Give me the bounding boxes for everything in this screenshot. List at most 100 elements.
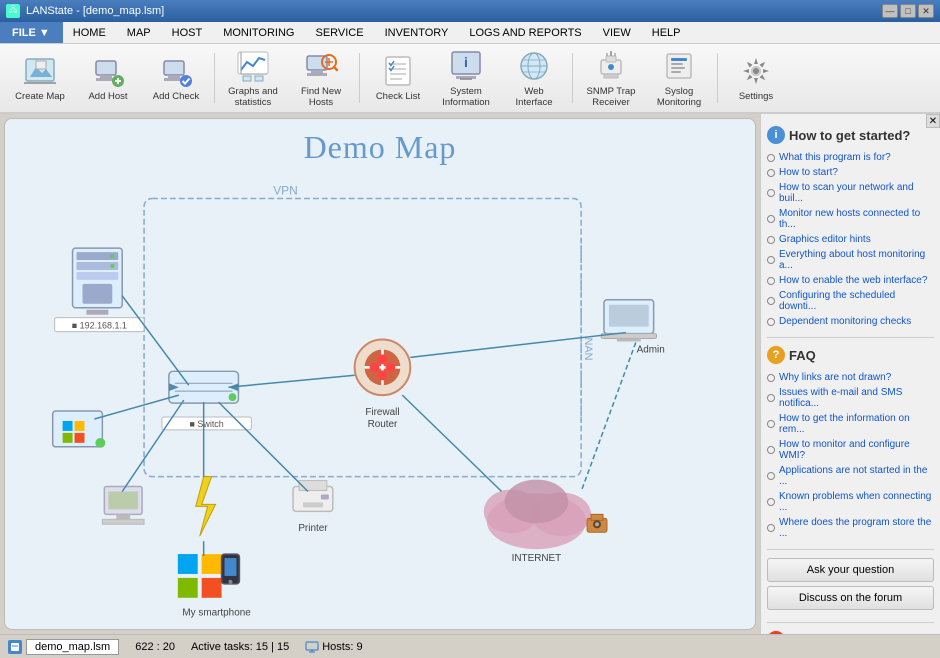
help-link-7[interactable]: Configuring the scheduled downti... [767,288,934,314]
syslog-button[interactable]: Syslog Monitoring [647,49,711,107]
server-node[interactable] [73,248,123,315]
old-computer-node[interactable] [102,487,144,525]
menu-file[interactable]: FILE ▼ [0,22,63,43]
find-hosts-label: Find New Hosts [292,86,350,109]
firewall-node[interactable] [355,340,411,396]
getting-started-title: How to get started? [789,128,910,143]
graphs-button[interactable]: Graphs and statistics [221,49,285,107]
lightning-node [196,477,216,537]
menu-service[interactable]: SERVICE [305,22,374,43]
add-host-icon [90,53,126,89]
menu-monitoring[interactable]: MONITORING [213,22,305,43]
svg-text:Printer: Printer [298,523,328,534]
add-host-button[interactable]: Add Host [76,49,140,107]
getting-started-header: i How to get started? [767,126,934,144]
help-link-5[interactable]: Everything about host monitoring a... [767,247,934,273]
add-check-button[interactable]: Add Check [144,49,208,107]
minimize-button[interactable]: — [882,4,898,18]
getting-started-links: What this program is for? How to start? … [767,150,934,329]
syslog-label: Syslog Monitoring [650,86,708,109]
syslog-icon [661,48,697,84]
help-link-0[interactable]: What this program is for? [767,150,934,165]
create-map-button[interactable]: Create Map [8,49,72,107]
add-check-icon [158,53,194,89]
menu-help[interactable]: HELP [642,22,692,43]
help-link-1[interactable]: How to start? [767,165,934,180]
status-file-icon [8,640,22,654]
close-button[interactable]: ✕ [918,4,934,18]
ask-question-button[interactable]: Ask your question [767,558,934,582]
snmp-trap-icon [593,48,629,84]
create-map-label: Create Map [15,91,65,102]
svg-text:NAN: NAN [582,338,594,361]
app-icon: 🖧 [6,4,20,18]
toolbar-sep-3 [572,53,573,103]
panel-divider-2 [767,549,934,550]
menu-view[interactable]: VIEW [593,22,642,43]
svg-text:Admin: Admin [637,344,665,355]
find-hosts-icon [303,48,339,84]
menu-logs[interactable]: LOGS AND REPORTS [459,22,592,43]
graphs-icon [235,48,271,84]
svg-text:■ Switch: ■ Switch [190,419,224,429]
menu-host[interactable]: HOST [162,22,214,43]
web-interface-label: Web Interface [505,86,563,109]
system-info-button[interactable]: i System Information [434,49,498,107]
admin-node[interactable] [601,300,657,342]
help-link-6[interactable]: How to enable the web interface? [767,273,934,288]
faq-title: FAQ [789,348,816,363]
toolbar-sep-4 [717,53,718,103]
faq-link-3[interactable]: How to monitor and configure WMI? [767,437,934,463]
faq-header: ? FAQ [767,346,934,364]
panel-close-button[interactable]: ✕ [926,114,940,128]
faq-links: Why links are not drawn? Issues with e-m… [767,370,934,541]
system-info-label: System Information [437,86,495,109]
status-hosts: Hosts: 9 [322,641,362,653]
tell-others-icon: ♥ [767,631,785,634]
faq-link-4[interactable]: Applications are not started in the ... [767,463,934,489]
faq-link-1[interactable]: Issues with e-mail and SMS notifica... [767,385,934,411]
snmp-trap-button[interactable]: SNMP Trap Receiver [579,49,643,107]
menu-home[interactable]: HOME [63,22,117,43]
help-link-4[interactable]: Graphics editor hints [767,232,934,247]
svg-text:VPN: VPN [273,183,297,197]
web-interface-icon [516,48,552,84]
window-title: LANState - [demo_map.lsm] [26,5,164,17]
discuss-forum-button[interactable]: Discuss on the forum [767,586,934,610]
svg-text:INTERNET: INTERNET [512,553,562,564]
help-link-2[interactable]: How to scan your network and buil... [767,180,934,206]
status-bar: demo_map.lsm 622 : 20 Active tasks: 15 |… [0,634,940,658]
help-link-8[interactable]: Dependent monitoring checks [767,314,934,329]
windows-host-node[interactable] [53,411,106,448]
web-interface-button[interactable]: Web Interface [502,49,566,107]
faq-link-5[interactable]: Known problems when connecting ... [767,489,934,515]
switch-node[interactable] [169,371,239,403]
status-hosts-container: Hosts: 9 [305,640,362,654]
faq-link-0[interactable]: Why links are not drawn? [767,370,934,385]
add-host-label: Add Host [88,91,127,102]
find-hosts-button[interactable]: Find New Hosts [289,49,353,107]
menu-bar: FILE ▼ HOME MAP HOST MONITORING SERVICE … [0,22,940,44]
status-filename: demo_map.lsm [26,639,119,655]
graphs-label: Graphs and statistics [224,86,282,109]
menu-inventory[interactable]: INVENTORY [375,22,460,43]
main-content: Demo Map VPN NAN ■ 192 [0,114,940,634]
check-list-button[interactable]: Check List [366,49,430,107]
toolbar-sep-2 [359,53,360,103]
maximize-button[interactable]: □ [900,4,916,18]
toolbar-sep-1 [214,53,215,103]
title-bar: 🖧 LANState - [demo_map.lsm] — □ ✕ [0,0,940,22]
help-link-3[interactable]: Monitor new hosts connected to th... [767,206,934,232]
faq-link-2[interactable]: How to get the information on rem... [767,411,934,437]
faq-link-6[interactable]: Where does the program store the ... [767,515,934,541]
map-area[interactable]: Demo Map VPN NAN ■ 192 [4,118,756,630]
right-panel: ✕ i How to get started? What this progra… [760,114,940,634]
svg-text:Router: Router [368,419,398,430]
smartphone-node[interactable] [178,554,240,598]
printer-node[interactable] [293,481,333,512]
menu-map[interactable]: MAP [117,22,162,43]
settings-button[interactable]: Settings [724,49,788,107]
check-list-label: Check List [376,91,420,102]
status-coordinates: 622 : 20 [135,641,175,653]
tell-others-title: Tell Others! [789,633,860,635]
